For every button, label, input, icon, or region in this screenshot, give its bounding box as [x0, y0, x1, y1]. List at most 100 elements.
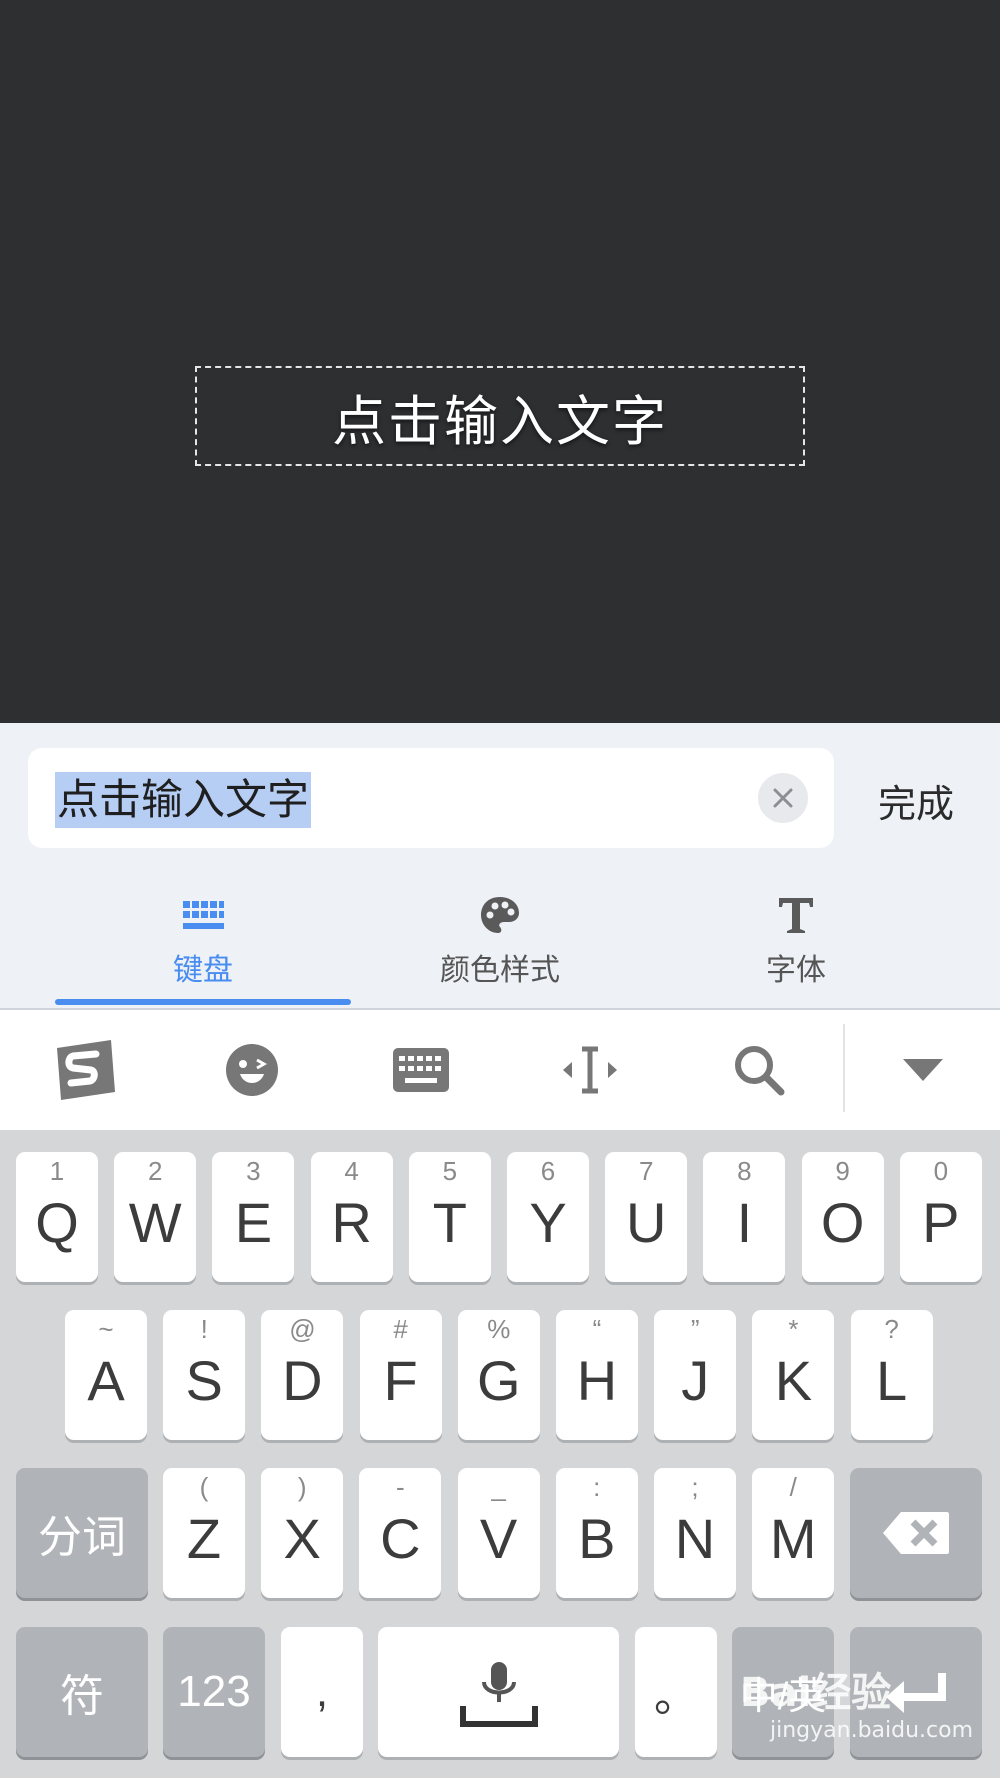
key-letter-label: F	[383, 1349, 418, 1412]
key-alt-label: ~	[98, 1314, 114, 1344]
key-letter-label: T	[432, 1191, 467, 1254]
key-alt-label: ?	[884, 1314, 899, 1344]
key-t[interactable]: 5T	[408, 1152, 491, 1282]
collapse-arrow-icon	[903, 1059, 943, 1081]
text-input-value: 点击输入文字	[55, 772, 312, 828]
toolbar-separator	[843, 1024, 845, 1112]
key-y[interactable]: 6Y	[507, 1152, 589, 1282]
key-s[interactable]: ! S	[163, 1310, 246, 1440]
done-button[interactable]: 完成	[878, 773, 954, 828]
comma-key[interactable]: ,	[281, 1627, 363, 1757]
key-alt-label: /	[789, 1472, 797, 1502]
key-letter-label: J	[681, 1349, 710, 1412]
key-letter-label: P	[922, 1191, 960, 1254]
keyboard-switch-button[interactable]	[366, 1030, 476, 1110]
numeric-key-label: 123	[177, 1667, 251, 1716]
key-m[interactable]: / M	[752, 1468, 835, 1598]
key-letter-label: U	[625, 1191, 667, 1254]
search-button[interactable]	[704, 1030, 814, 1110]
key-alt-label: !	[200, 1314, 208, 1344]
key-letter-label: K	[774, 1349, 813, 1412]
period-key[interactable]: 。	[635, 1627, 717, 1757]
key-letter-label: X	[283, 1507, 321, 1570]
key-letter-label: Q	[35, 1191, 79, 1254]
period-key-label: 。	[654, 1672, 698, 1721]
key-alt-label: 1	[49, 1156, 65, 1186]
key-letter-label: R	[331, 1191, 372, 1254]
sogou-logo-button[interactable]	[30, 1030, 140, 1110]
canvas-text: 点击输入文字	[332, 389, 668, 453]
key-q[interactable]: 1Q	[16, 1152, 98, 1282]
canvas-area: 点击输入文字	[0, 0, 1000, 723]
key-n[interactable]: ; N	[654, 1468, 736, 1598]
ime-toolbar	[0, 1010, 1000, 1130]
tab-font[interactable]: 字体	[648, 893, 944, 1003]
key-letter-label: E	[234, 1191, 273, 1254]
cursor-move-button[interactable]	[535, 1030, 645, 1110]
clear-button[interactable]	[758, 773, 808, 823]
font-T-icon	[779, 898, 813, 933]
key-letter-label: M	[769, 1507, 817, 1570]
key-w[interactable]: 2W	[114, 1152, 197, 1282]
palette-icon	[481, 897, 519, 933]
space-key[interactable]	[378, 1627, 619, 1757]
symbol-key-label: 符	[60, 1672, 104, 1721]
key-letter-label: L	[876, 1349, 908, 1412]
key-z[interactable]: (Z	[163, 1468, 245, 1598]
active-tab-indicator	[55, 999, 351, 1005]
key-u[interactable]: 7U	[605, 1152, 688, 1282]
key-alt-label: %	[487, 1314, 511, 1344]
key-letter-label: Z	[186, 1507, 222, 1570]
text-editor-panel: 点击输入文字 完成 键盘 颜色样式 字体	[0, 723, 1000, 1009]
backspace-key[interactable]	[850, 1468, 982, 1598]
key-k[interactable]: * K	[752, 1310, 835, 1440]
key-c[interactable]: -C	[359, 1468, 442, 1598]
key-letter-label: Y	[529, 1191, 567, 1254]
key-j[interactable]: ” J	[654, 1310, 737, 1440]
key-f[interactable]: # F	[359, 1310, 442, 1440]
microphone-icon	[459, 1662, 538, 1727]
key-alt-label: #	[393, 1314, 408, 1344]
backspace-icon	[883, 1512, 949, 1554]
comma-key-label: ,	[315, 1667, 329, 1716]
key-l[interactable]: ? L	[850, 1310, 933, 1440]
key-letter-label: B	[578, 1507, 616, 1570]
numeric-key[interactable]: 123	[163, 1627, 265, 1757]
key-x[interactable]: ) X	[261, 1468, 344, 1598]
tab-color-style[interactable]: 颜色样式	[352, 893, 648, 1003]
key-letter-label: I	[736, 1191, 753, 1254]
text-input-field[interactable]: 点击输入文字	[28, 748, 834, 848]
tab-font-label: 字体	[766, 953, 826, 988]
sogou-logo-icon	[57, 1040, 115, 1100]
tab-keyboard-label: 键盘	[173, 953, 233, 988]
key-alt-label: *	[788, 1314, 799, 1344]
cursor-move-icon	[563, 1046, 617, 1094]
key-alt-label: ;	[691, 1472, 699, 1502]
key-alt-label: _	[491, 1472, 506, 1502]
key-a[interactable]: ~ A	[65, 1310, 147, 1440]
emoji-button[interactable]	[197, 1030, 307, 1110]
key-alt-label: 2	[147, 1156, 163, 1186]
symbol-key[interactable]: 符	[16, 1627, 148, 1757]
key-h[interactable]: “H	[556, 1310, 638, 1440]
key-r[interactable]: 4R	[310, 1152, 393, 1282]
key-d[interactable]: @ D	[261, 1310, 344, 1440]
key-v[interactable]: _ V	[457, 1468, 540, 1598]
key-p[interactable]: 0P	[899, 1152, 982, 1282]
key-i[interactable]: 8I	[703, 1152, 786, 1282]
key-b[interactable]: :B	[555, 1468, 638, 1598]
key-alt-label: 3	[246, 1156, 261, 1186]
search-icon	[735, 1046, 785, 1096]
watermark-url: jingyan.baidu.com	[770, 1718, 974, 1743]
segment-key[interactable]: 分词	[16, 1468, 148, 1598]
key-letter-label: A	[87, 1349, 125, 1412]
tab-keyboard[interactable]: 键盘	[55, 893, 351, 1003]
key-alt-label: :	[593, 1472, 601, 1502]
key-o[interactable]: 9O	[801, 1152, 884, 1282]
key-alt-label: 8	[737, 1156, 752, 1186]
key-e[interactable]: 3E	[212, 1152, 295, 1282]
canvas-text-box[interactable]: 点击输入文字	[195, 366, 805, 466]
collapse-keyboard-button[interactable]	[868, 1030, 978, 1110]
key-letter-label: D	[282, 1349, 323, 1412]
key-g[interactable]: % G	[457, 1310, 540, 1440]
